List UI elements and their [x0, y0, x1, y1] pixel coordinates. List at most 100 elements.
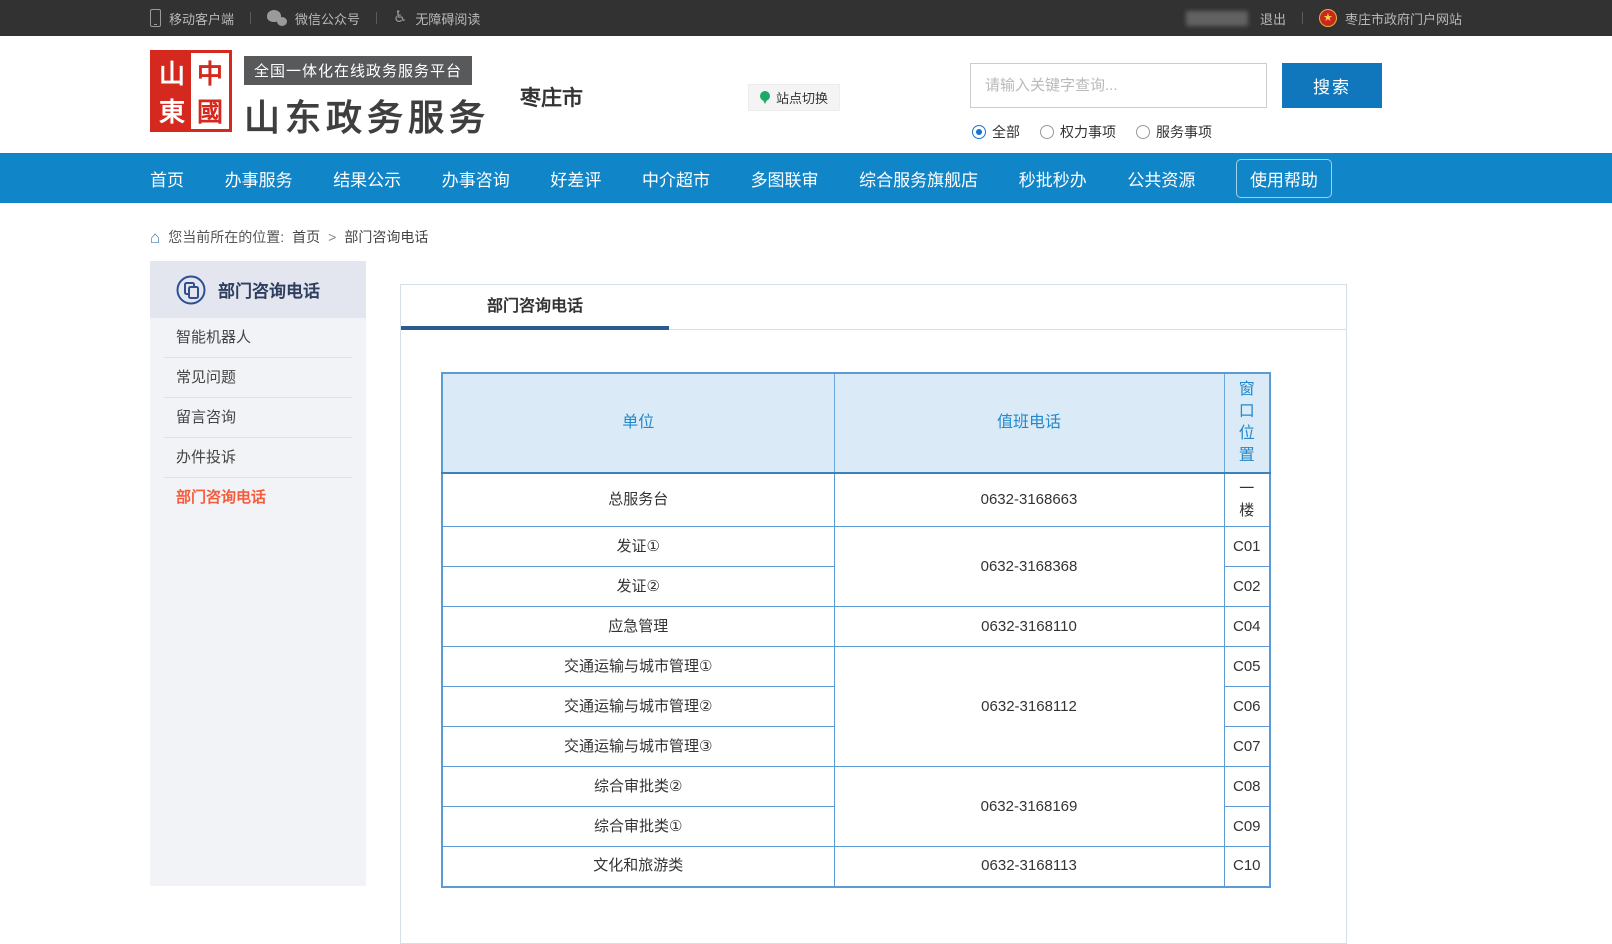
accessibility-label: 无障碍阅读 [415, 9, 480, 28]
seal-char: 中 [191, 53, 229, 91]
table-row: 发证①0632-3168368C01 [442, 527, 1270, 567]
sidebar-item-2[interactable]: 留言咨询 [164, 398, 352, 438]
unit-cell: 总服务台 [442, 473, 834, 527]
sidebar-items: 智能机器人常见问题留言咨询办件投诉部门咨询电话 [150, 318, 366, 518]
unit-cell: 交通运输与城市管理③ [442, 727, 834, 767]
unit-cell: 交通运输与城市管理② [442, 687, 834, 727]
topbar-left: 移动客户端 微信公众号 ♿ 无障碍阅读 [150, 9, 480, 28]
phone-cell: 0632-3168113 [834, 847, 1224, 887]
content-area: 部门咨询电话 智能机器人常见问题留言咨询办件投诉部门咨询电话 部门咨询电话 单位… [0, 261, 1612, 944]
breadcrumb: ⌂ 您当前所在的位置: 首页 > 部门咨询电话 [0, 227, 1612, 247]
window-cell: C06 [1224, 687, 1270, 727]
gov-portal-label: 枣庄市政府门户网站 [1345, 9, 1462, 28]
user-name-redacted [1186, 11, 1248, 26]
radio-icon [1136, 125, 1150, 139]
breadcrumb-separator: > [328, 229, 336, 245]
site-switch-label: 站点切换 [776, 88, 828, 107]
nav-item-9[interactable]: 公共资源 [1127, 166, 1195, 191]
sidebar-item-1[interactable]: 常见问题 [164, 358, 352, 398]
sidebar-item-3[interactable]: 办件投诉 [164, 438, 352, 478]
window-cell: C09 [1224, 807, 1270, 847]
nav-item-7[interactable]: 综合服务旗舰店 [859, 166, 978, 191]
table-row: 综合审批类②0632-3168169C08 [442, 767, 1270, 807]
window-cell: C01 [1224, 527, 1270, 567]
table-row: 文化和旅游类0632-3168113C10 [442, 847, 1270, 887]
gov-portal-link[interactable]: ★ 枣庄市政府门户网站 [1319, 9, 1462, 28]
consult-pages-icon [176, 275, 206, 305]
wechat-label: 微信公众号 [295, 9, 360, 28]
site-header: 山中東國 全国一体化在线政务服务平台 山东政务服务 枣庄市 站点切换 搜索 全部… [0, 36, 1612, 153]
phone-table: 单位 值班电话 窗 口 位 置 总服务台0632-3168663一 楼发证①06… [441, 372, 1271, 888]
tab-bar: 部门咨询电话 [401, 285, 1346, 330]
home-icon: ⌂ [150, 229, 160, 246]
city-name: 枣庄市 [520, 82, 583, 112]
wechat-link[interactable]: 微信公众号 [267, 9, 360, 28]
col-header-window: 窗 口 位 置 [1224, 373, 1270, 473]
divider [250, 12, 251, 24]
unit-cell: 发证② [442, 567, 834, 607]
nav-item-5[interactable]: 中介超市 [642, 166, 710, 191]
table-row: 交通运输与城市管理①0632-3168112C05 [442, 647, 1270, 687]
nav-item-2[interactable]: 结果公示 [333, 166, 401, 191]
nav-item-6[interactable]: 多图联审 [751, 166, 819, 191]
site-switch-button[interactable]: 站点切换 [748, 84, 840, 111]
nav-item-4[interactable]: 好差评 [550, 166, 601, 191]
phone-cell: 0632-3168112 [834, 647, 1224, 767]
scope-radio-0[interactable]: 全部 [972, 122, 1020, 142]
mobile-phone-icon [150, 9, 161, 27]
main-panel: 部门咨询电话 单位 值班电话 窗 口 位 置 总服务台0632-3168663一… [400, 284, 1347, 944]
logout-label: 退出 [1260, 9, 1286, 28]
nav-item-10[interactable]: 使用帮助 [1236, 159, 1332, 198]
window-cell: 一 楼 [1224, 473, 1270, 527]
phone-cell: 0632-3168169 [834, 767, 1224, 847]
breadcrumb-home-link[interactable]: 首页 [292, 227, 320, 247]
col-header-unit: 单位 [442, 373, 834, 473]
logo-texts: 全国一体化在线政务服务平台 山东政务服务 [244, 50, 490, 141]
search-button[interactable]: 搜索 [1282, 63, 1382, 108]
sidebar-item-0[interactable]: 智能机器人 [164, 318, 352, 358]
divider [376, 12, 377, 24]
topbar: 移动客户端 微信公众号 ♿ 无障碍阅读 退出 ★ 枣庄市政府门户网站 [0, 0, 1612, 36]
nav-item-1[interactable]: 办事服务 [225, 166, 293, 191]
scope-label: 全部 [992, 122, 1020, 142]
tab-department-phones[interactable]: 部门咨询电话 [401, 285, 669, 330]
sidebar-item-4[interactable]: 部门咨询电话 [164, 478, 352, 518]
accessibility-icon: ♿ [393, 10, 407, 26]
phone-table-wrap: 单位 值班电话 窗 口 位 置 总服务台0632-3168663一 楼发证①06… [441, 372, 1306, 888]
scope-radio-1[interactable]: 权力事项 [1040, 122, 1116, 142]
phone-cell: 0632-3168663 [834, 473, 1224, 527]
window-cell: C07 [1224, 727, 1270, 767]
radio-icon [972, 125, 986, 139]
radio-icon [1040, 125, 1054, 139]
nav-item-0[interactable]: 首页 [150, 166, 184, 191]
window-cell: C05 [1224, 647, 1270, 687]
unit-cell: 文化和旅游类 [442, 847, 834, 887]
site-logo[interactable]: 山中東國 全国一体化在线政务服务平台 山东政务服务 [150, 50, 490, 141]
unit-cell: 综合审批类② [442, 767, 834, 807]
search-scope-radios: 全部权力事项 服务事项 [972, 122, 1212, 142]
scope-radio-2[interactable]: 服务事项 [1136, 122, 1212, 142]
breadcrumb-prefix: 您当前所在的位置: [168, 227, 284, 247]
sidebar-title: 部门咨询电话 [218, 277, 320, 302]
nav-item-3[interactable]: 办事咨询 [442, 166, 510, 191]
phone-cell: 0632-3168368 [834, 527, 1224, 607]
seal-char: 東 [153, 91, 191, 129]
search-input[interactable] [970, 63, 1267, 108]
mobile-client-link[interactable]: 移动客户端 [150, 9, 234, 28]
nav-item-8[interactable]: 秒批秒办 [1019, 166, 1087, 191]
scope-label: 服务事项 [1156, 122, 1212, 142]
logout-link[interactable]: 退出 [1260, 9, 1286, 28]
phone-cell: 0632-3168110 [834, 607, 1224, 647]
national-emblem-icon: ★ [1319, 9, 1337, 27]
divider [1302, 12, 1303, 24]
table-row: 应急管理0632-3168110C04 [442, 607, 1270, 647]
window-cell: C02 [1224, 567, 1270, 607]
unit-cell: 发证① [442, 527, 834, 567]
platform-badge: 全国一体化在线政务服务平台 [244, 56, 472, 85]
shandong-seal-logo: 山中東國 [150, 50, 232, 132]
accessibility-link[interactable]: ♿ 无障碍阅读 [393, 9, 480, 28]
site-name: 山东政务服务 [244, 89, 490, 141]
window-cell: C04 [1224, 607, 1270, 647]
location-pin-icon [760, 91, 770, 104]
topbar-right: 退出 ★ 枣庄市政府门户网站 [1186, 9, 1462, 28]
